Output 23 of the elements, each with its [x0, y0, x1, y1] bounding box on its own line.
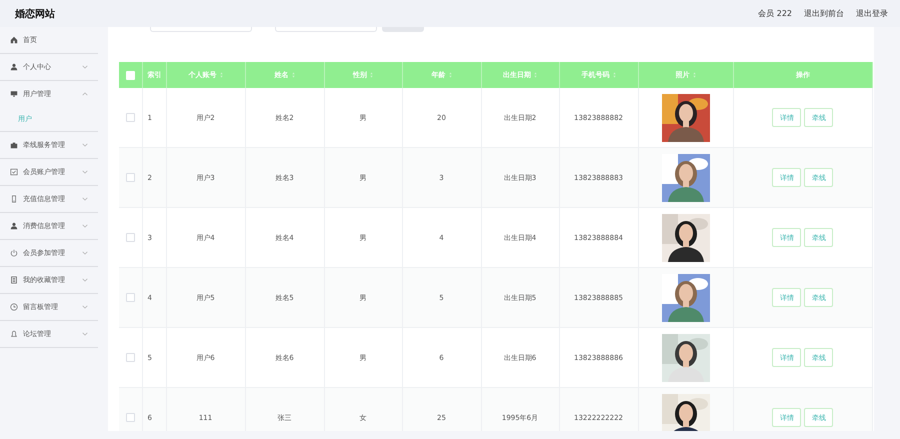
- row-checkbox[interactable]: [126, 113, 135, 122]
- header-link[interactable]: 退出到前台: [804, 8, 844, 19]
- site-title: 婚恋网站: [15, 7, 55, 20]
- check-icon: [10, 168, 18, 176]
- person-icon: [10, 63, 18, 71]
- home-icon: [10, 36, 18, 44]
- row-checkbox[interactable]: [126, 233, 135, 242]
- row-checkbox[interactable]: [126, 353, 135, 362]
- person-icon: [10, 222, 18, 230]
- bell-icon: [10, 330, 18, 338]
- header-link[interactable]: 会员 222: [758, 8, 792, 19]
- monitor-icon: [10, 90, 18, 98]
- doc-icon: [10, 276, 18, 284]
- power-icon: [10, 249, 18, 257]
- phone-icon: [10, 195, 18, 203]
- row-checkbox[interactable]: [126, 173, 135, 182]
- select-all-checkbox[interactable]: [126, 70, 135, 80]
- row-checkbox[interactable]: [126, 413, 135, 422]
- row-checkbox[interactable]: [126, 293, 135, 302]
- clock-icon: [10, 303, 18, 311]
- case-icon: [10, 141, 18, 149]
- search-button[interactable]: [382, 27, 424, 32]
- header-link[interactable]: 退出登录: [856, 8, 888, 19]
